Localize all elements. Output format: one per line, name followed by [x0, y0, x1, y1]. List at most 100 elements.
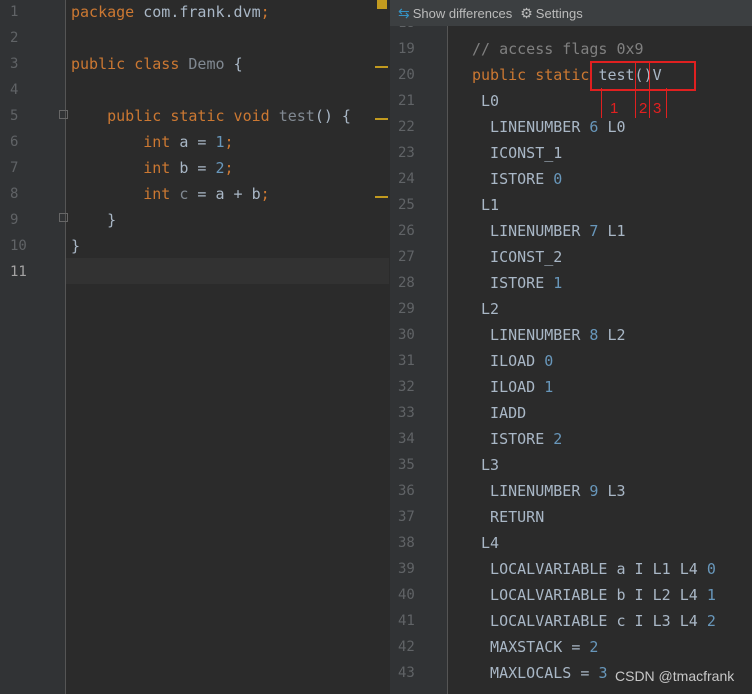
- gear-icon: ⚙: [520, 4, 533, 21]
- line-number: 30: [398, 327, 415, 343]
- code-token: L2: [598, 326, 626, 344]
- code-line: LINENUMBER 9 L3: [472, 478, 625, 504]
- code-token: L4: [472, 534, 500, 552]
- scroll-marker[interactable]: [375, 196, 388, 198]
- bytecode-viewer[interactable]: 43 MAXLOCALS = 3 42 MAXSTACK = 2 41 LOCALV…: [390, 0, 752, 694]
- code-line: ICONST_1: [472, 140, 562, 166]
- line-number: 37: [398, 509, 415, 525]
- line-number: 32: [398, 379, 415, 395]
- code-token: LOCALVARIABLE a I L1 L4: [472, 560, 707, 578]
- code-line: int c = a + b;: [71, 181, 270, 207]
- line-number: 33: [398, 405, 415, 421]
- method-signature-highlight: [590, 61, 696, 91]
- code-line: LOCALVARIABLE a I L1 L4 0: [472, 556, 716, 582]
- code-token: Demo: [188, 55, 234, 73]
- line-number: 8: [10, 186, 19, 202]
- line-number: 10: [10, 238, 27, 254]
- code-token: a =: [179, 133, 216, 151]
- code-line: public static void test() {: [71, 103, 351, 129]
- code-line: public class Demo {: [71, 51, 243, 77]
- line-number: 4: [10, 82, 19, 98]
- annotation-line: [666, 88, 667, 118]
- code-token: L0: [598, 118, 626, 136]
- code-line: ISTORE 1: [472, 270, 562, 296]
- code-token: int: [143, 159, 180, 177]
- fold-icon[interactable]: [59, 110, 68, 119]
- bytecode-toolbar: ⇆ Show differences ⚙ Settings: [390, 0, 752, 26]
- show-differences-button[interactable]: ⇆ Show differences: [398, 5, 512, 22]
- code-token: package: [71, 3, 144, 21]
- code-token: LINENUMBER: [472, 326, 590, 344]
- code-token: 0: [553, 170, 563, 188]
- line-number: 3: [10, 56, 19, 72]
- line-number: 20: [398, 67, 415, 83]
- code-token: MAXSTACK =: [472, 638, 590, 656]
- code-token: 1: [706, 586, 716, 604]
- annotation-label: 3: [653, 100, 662, 117]
- line-number: 19: [398, 41, 415, 57]
- code-token: 3: [598, 664, 608, 682]
- diff-arrows-icon: ⇆: [398, 4, 410, 21]
- code-line: }: [71, 207, 116, 233]
- warning-marker-icon[interactable]: [377, 0, 387, 9]
- code-line: L2: [472, 296, 499, 322]
- code-token: L0: [472, 92, 500, 110]
- line-number: 24: [398, 171, 415, 187]
- line-number: 42: [398, 639, 415, 655]
- code-line: MAXSTACK = 2: [472, 634, 598, 660]
- code-line: package com.frank.dvm;: [71, 0, 270, 25]
- line-number: 41: [398, 613, 415, 629]
- current-line-highlight: [66, 258, 389, 284]
- line-number: 21: [398, 93, 415, 109]
- annotation-line: [635, 61, 636, 118]
- code-line: ISTORE 0: [472, 166, 562, 192]
- annotation-line: [601, 88, 602, 118]
- line-number: 28: [398, 275, 415, 291]
- code-line: LOCALVARIABLE c I L3 L4 2: [472, 608, 716, 634]
- code-token: 1: [215, 133, 225, 151]
- code-line: int b = 2;: [71, 155, 234, 181]
- settings-button[interactable]: ⚙ Settings: [520, 5, 583, 22]
- code-token: ILOAD: [472, 352, 545, 370]
- code-token: LOCALVARIABLE b I L2 L4: [472, 586, 707, 604]
- code-line: LINENUMBER 7 L1: [472, 218, 625, 244]
- code-line: L1: [472, 192, 499, 218]
- fold-icon[interactable]: [59, 213, 68, 222]
- code-token: }: [71, 237, 81, 255]
- code-token: public static: [472, 66, 599, 84]
- line-number: 1: [10, 4, 19, 20]
- code-token: com.frank.dvm: [143, 3, 261, 21]
- line-number: 11: [10, 264, 27, 280]
- code-token: ;: [224, 159, 234, 177]
- code-line: L0: [472, 88, 499, 114]
- annotation-label: 1: [610, 100, 619, 117]
- line-number: 9: [10, 212, 19, 228]
- code-token: () {: [314, 107, 351, 125]
- code-token: LOCALVARIABLE c I L3 L4: [472, 612, 707, 630]
- code-token: public class: [71, 55, 189, 73]
- code-token: {: [233, 55, 243, 73]
- scroll-marker[interactable]: [375, 66, 388, 68]
- code-token: L1: [472, 196, 500, 214]
- line-number: 25: [398, 197, 415, 213]
- code-token: ISTORE: [472, 430, 554, 448]
- code-token: ;: [260, 185, 270, 203]
- line-number: 43: [398, 665, 415, 681]
- code-line: IADD: [472, 400, 526, 426]
- line-number: 23: [398, 145, 415, 161]
- watermark: CSDN @tmacfrank: [615, 668, 735, 684]
- line-number: 31: [398, 353, 415, 369]
- source-editor[interactable]: 11 10} 9 } 8 int c = a + b; 7 int b = 2; 6 in…: [0, 0, 389, 694]
- scroll-marker[interactable]: [375, 118, 388, 120]
- code-token: b =: [179, 159, 216, 177]
- code-token: 1: [544, 378, 554, 396]
- code-token: MAXLOCALS =: [472, 664, 599, 682]
- code-token: 0: [544, 352, 554, 370]
- code-line: int a = 1;: [71, 129, 234, 155]
- code-line: LINENUMBER 6 L0: [472, 114, 626, 140]
- code-token: ;: [224, 133, 234, 151]
- code-token: LINENUMBER: [472, 482, 590, 500]
- line-number: 26: [398, 223, 415, 239]
